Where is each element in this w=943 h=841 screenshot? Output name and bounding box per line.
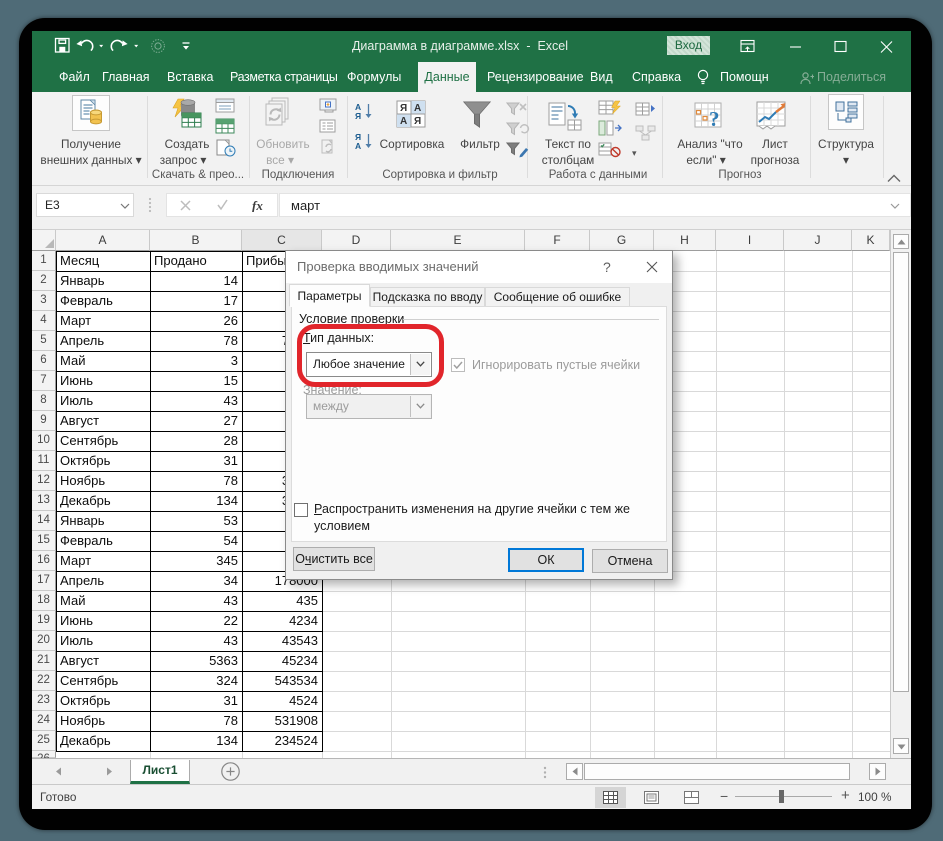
svg-text:?: ? — [709, 107, 720, 131]
svg-text:fx: fx — [252, 199, 263, 212]
svg-text:Я: Я — [414, 116, 421, 127]
svg-text:А: А — [400, 116, 407, 127]
svg-text:А: А — [414, 103, 421, 114]
svg-text:Я: Я — [355, 111, 361, 121]
svg-text:Я: Я — [400, 103, 407, 114]
svg-text:А: А — [355, 141, 361, 151]
